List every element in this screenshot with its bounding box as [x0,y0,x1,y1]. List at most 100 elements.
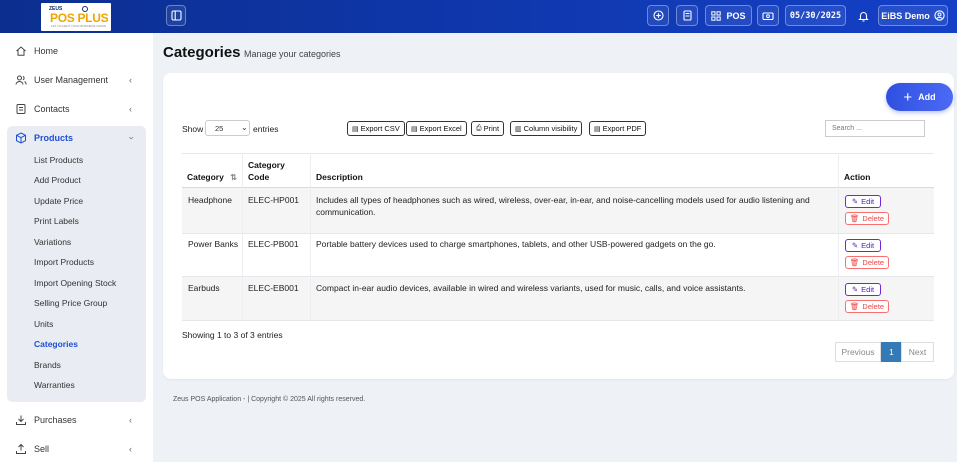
sidebar-item-label: Contacts [34,104,70,114]
cell-code: ELEC-PB001 [248,239,299,249]
user-menu-button[interactable]: EiBS Demo [878,5,948,26]
edit-icon: ✎ [851,241,859,250]
user-name: EiBS Demo [881,10,930,21]
trash-icon: 🗑 [849,214,860,223]
delete-button[interactable]: 🗑 Delete [845,300,889,313]
cell-description: Includes all types of headphones such as… [316,195,810,217]
cell-category: Headphone [188,195,232,205]
edit-button[interactable]: ✎ Edit [845,239,881,252]
table-info: Showing 1 to 3 of 3 entries [182,330,283,340]
footer-text: Zeus POS Application - | Copyright © 202… [173,396,366,403]
sidebar-item-label: Home [34,46,59,56]
page-size-value: 25 [215,124,224,133]
sidebar-item-purchases[interactable]: Purchases ‹ [0,410,153,430]
file-pdf-icon: ▤ [594,125,601,133]
delete-button[interactable]: 🗑 Delete [845,212,889,225]
export-excel-label: Export Excel [419,124,462,133]
submenu-item-print-labels[interactable]: Print Labels [34,216,79,226]
submenu-item-import-opening-stock[interactable]: Import Opening Stock [34,278,116,288]
delete-label: Delete [862,302,885,311]
edit-icon: ✎ [851,285,859,294]
pos-button[interactable]: POS [705,5,752,26]
file-icon: ▤ [352,125,359,133]
chevron-down-icon: ‹ [125,136,136,140]
column-header-label: Category [187,172,224,182]
submenu-item-variations[interactable]: Variations [34,237,71,247]
add-circle-button[interactable] [647,5,669,26]
submenu-item-selling-price-group[interactable]: Selling Price Group [34,298,107,308]
submenu-item-import-products[interactable]: Import Products [34,257,94,267]
bell-icon [857,11,869,22]
calculator-button[interactable] [676,5,698,26]
notifications-button[interactable] [852,5,874,26]
search-input[interactable]: Search ... [825,120,925,137]
sidebar-item-sell[interactable]: Sell ‹ [0,439,153,459]
date-display[interactable]: 05/30/2025 [785,5,846,26]
trash-icon: 🗑 [849,258,860,267]
delete-button[interactable]: 🗑 Delete [845,256,889,269]
page-size-select[interactable]: 25 ⌄ [205,120,250,136]
cash-button[interactable] [757,5,779,26]
sidebar-item-home[interactable]: Home [0,41,153,61]
edit-button[interactable]: ✎ Edit [845,195,881,208]
previous-page-button[interactable]: Previous [835,342,881,362]
submenu-item-update-price[interactable]: Update Price [34,196,83,206]
submenu-item-categories[interactable]: Categories [34,339,78,349]
export-pdf-label: Export PDF [602,124,642,133]
sort-icon: ⇅ [230,173,237,182]
submenu-item-warranties[interactable]: Warranties [34,380,75,390]
column-visibility-button[interactable]: ▥ Column visibility [510,121,583,136]
edit-label: Edit [861,285,875,294]
submenu-item-list-products[interactable]: List Products [34,155,83,165]
edit-label: Edit [861,197,875,206]
trash-icon: 🗑 [849,302,860,311]
pos-label: POS [726,10,746,21]
sidebar-item-products[interactable]: Products ‹ [0,128,153,148]
submenu-item-add-product[interactable]: Add Product [34,175,81,185]
contacts-icon [16,104,26,114]
edit-button[interactable]: ✎ Edit [845,283,881,296]
entries-label: entries [253,124,279,134]
cell-category: Power Banks [188,239,239,249]
edit-icon: ✎ [851,197,859,206]
chevron-down-icon: ⌄ [241,123,248,132]
columns-icon: ▥ [515,125,522,133]
next-page-button[interactable]: Next [901,342,934,362]
sidebar-item-label: User Management [34,75,109,85]
sidebar-toggle-button[interactable] [166,5,186,26]
edit-label: Edit [861,241,875,250]
sidebar-item-label: Products [34,133,74,143]
page-title: Categories [163,44,241,61]
file-excel-icon: ▤ [411,125,418,133]
submenu-item-units[interactable]: Units [34,319,53,329]
cell-category: Earbuds [188,283,220,293]
plus-circle-icon [652,10,664,21]
row-divider [182,276,934,277]
submenu-item-brands[interactable]: Brands [34,360,61,370]
add-category-button[interactable]: + Add [886,83,953,111]
delete-label: Delete [862,214,885,223]
table-bottom-border [182,320,934,321]
sidebar-item-user-management[interactable]: User Management ‹ [0,70,153,90]
calculator-icon [682,10,692,21]
export-pdf-button[interactable]: ▤ Export PDF [589,121,647,136]
column-divider [838,153,839,320]
show-label: Show [182,124,204,134]
print-label: Print [483,124,500,133]
app-logo[interactable]: ZEUS POS PLUS LET US HELP YOUR BUSINESS … [41,3,111,31]
export-excel-button[interactable]: ▤ Export Excel [406,121,467,136]
export-csv-button[interactable]: ▤ Export CSV [347,121,405,136]
users-icon [15,75,27,85]
column-header-code[interactable]: Category Code [248,159,300,193]
column-visibility-label: Column visibility [523,124,578,133]
print-button[interactable]: ⎙ Print [471,121,505,136]
home-icon [16,46,26,56]
export-csv-label: Export CSV [360,124,400,133]
box-icon [16,132,26,144]
column-divider [242,153,243,320]
page-1-button[interactable]: 1 [881,342,902,362]
user-circle-icon [934,10,945,21]
chevron-left-icon: ‹ [129,75,132,85]
sidebar-item-contacts[interactable]: Contacts ‹ [0,99,153,119]
logo-tagline: LET US HELP YOUR BUSINESS GROW [51,24,107,28]
